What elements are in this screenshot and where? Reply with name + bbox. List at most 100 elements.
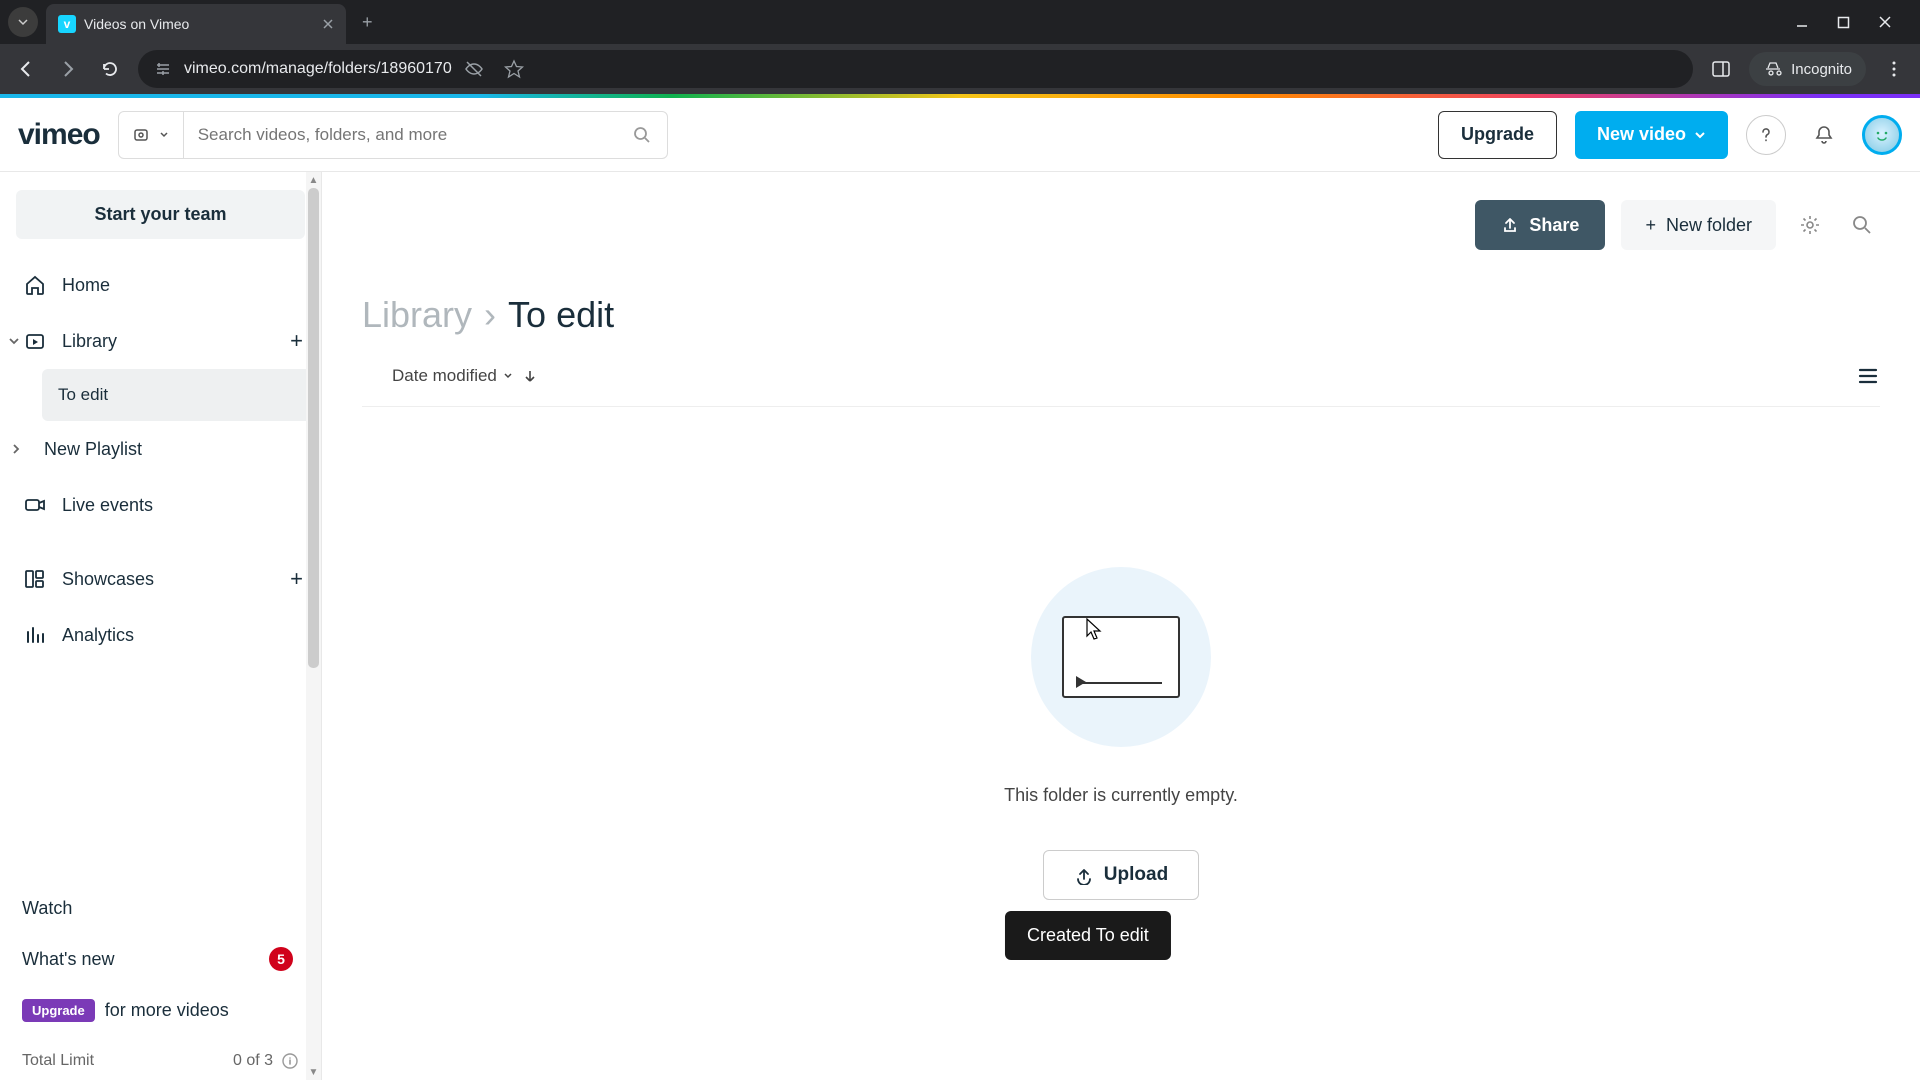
share-label: Share bbox=[1529, 215, 1579, 236]
incognito-label: Incognito bbox=[1791, 61, 1852, 78]
forward-button[interactable] bbox=[54, 55, 82, 83]
upload-button[interactable]: Upload bbox=[1043, 850, 1199, 900]
app-body: Start your team Home Library + To edit N… bbox=[0, 172, 1920, 1080]
chevron-right-icon[interactable] bbox=[10, 443, 28, 455]
start-team-button[interactable]: Start your team bbox=[16, 190, 305, 239]
side-panel-icon[interactable] bbox=[1707, 55, 1735, 83]
sidebar: Start your team Home Library + To edit N… bbox=[0, 172, 322, 1080]
sidebar-item-label: Analytics bbox=[62, 625, 134, 646]
search-in-folder-button[interactable] bbox=[1844, 207, 1880, 243]
empty-state: This folder is currently empty. Upload bbox=[362, 567, 1880, 900]
sidebar-item-analytics[interactable]: Analytics bbox=[12, 607, 313, 663]
search-filter-button[interactable] bbox=[119, 112, 184, 158]
sidebar-whats-new-link[interactable]: What's new 5 bbox=[22, 933, 299, 985]
sidebar-scrollbar[interactable]: ▲ ▼ bbox=[306, 172, 321, 1080]
avatar[interactable] bbox=[1862, 115, 1902, 155]
arrow-down-icon bbox=[523, 369, 537, 383]
window-close-icon[interactable] bbox=[1878, 15, 1892, 29]
info-icon[interactable] bbox=[281, 1052, 299, 1070]
sidebar-watch-link[interactable]: Watch bbox=[22, 884, 299, 933]
new-tab-button[interactable]: + bbox=[362, 12, 373, 33]
sort-label: Date modified bbox=[392, 366, 497, 386]
tab-search-button[interactable] bbox=[8, 7, 38, 37]
incognito-icon bbox=[1763, 59, 1783, 79]
help-button[interactable] bbox=[1746, 115, 1786, 155]
chevron-down-icon bbox=[503, 371, 513, 381]
new-video-button[interactable]: New video bbox=[1575, 111, 1728, 159]
sort-row: Date modified bbox=[362, 364, 1880, 407]
chevron-down-icon bbox=[159, 130, 169, 140]
camera-icon bbox=[22, 492, 48, 518]
maximize-icon[interactable] bbox=[1837, 16, 1850, 29]
tab-title: Videos on Vimeo bbox=[84, 16, 314, 32]
main-actions: Share + New folder bbox=[362, 200, 1880, 250]
view-toggle-button[interactable] bbox=[1856, 364, 1880, 388]
sort-direction-button[interactable] bbox=[523, 369, 537, 383]
add-button[interactable]: + bbox=[290, 328, 303, 354]
settings-button[interactable] bbox=[1792, 207, 1828, 243]
breadcrumb-separator: › bbox=[484, 294, 496, 336]
limit-label: Total Limit bbox=[22, 1052, 94, 1070]
empty-illustration bbox=[1031, 567, 1211, 747]
home-icon bbox=[22, 272, 48, 298]
upload-icon bbox=[1074, 865, 1094, 885]
scrollbar-thumb[interactable] bbox=[308, 188, 319, 668]
sidebar-item-label: Live events bbox=[62, 495, 153, 516]
list-view-icon bbox=[1856, 364, 1880, 388]
close-icon[interactable] bbox=[322, 18, 334, 30]
vimeo-logo[interactable]: vimeo bbox=[18, 118, 100, 152]
scroll-up-icon[interactable]: ▲ bbox=[306, 172, 321, 188]
notifications-button[interactable] bbox=[1804, 115, 1844, 155]
sidebar-item-home[interactable]: Home bbox=[12, 257, 313, 313]
incognito-badge[interactable]: Incognito bbox=[1749, 52, 1866, 86]
share-icon bbox=[1501, 216, 1519, 234]
browser-chrome: v Videos on Vimeo + vimeo.com/manage/fol… bbox=[0, 0, 1920, 94]
sidebar-item-label: To edit bbox=[58, 385, 108, 405]
share-button[interactable]: Share bbox=[1475, 200, 1605, 250]
link-label: Watch bbox=[22, 898, 72, 919]
sidebar-item-label: Showcases bbox=[62, 569, 154, 590]
eye-off-icon[interactable] bbox=[464, 59, 484, 79]
face-icon bbox=[1870, 123, 1894, 147]
site-settings-icon[interactable] bbox=[154, 60, 172, 78]
gear-icon bbox=[1799, 214, 1821, 236]
scroll-down-icon[interactable]: ▼ bbox=[306, 1064, 321, 1080]
search-input[interactable] bbox=[184, 125, 617, 145]
upgrade-pill: Upgrade bbox=[22, 999, 95, 1022]
browser-menu-button[interactable] bbox=[1880, 55, 1908, 83]
bookmark-icon[interactable] bbox=[504, 59, 524, 79]
sidebar-item-live-events[interactable]: Live events bbox=[12, 477, 313, 533]
back-button[interactable] bbox=[12, 55, 40, 83]
search-icon bbox=[1851, 214, 1873, 236]
breadcrumb-root[interactable]: Library bbox=[362, 294, 472, 336]
tab-bar: v Videos on Vimeo + bbox=[0, 0, 1920, 44]
upgrade-text: for more videos bbox=[105, 1000, 229, 1021]
search-icon bbox=[633, 126, 651, 144]
showcases-icon bbox=[22, 566, 48, 592]
sidebar-item-library[interactable]: Library + bbox=[12, 313, 313, 369]
new-folder-button[interactable]: + New folder bbox=[1621, 200, 1776, 250]
add-button[interactable]: + bbox=[290, 566, 303, 592]
upgrade-button[interactable]: Upgrade bbox=[1438, 111, 1557, 159]
chevron-down-icon[interactable] bbox=[8, 335, 26, 347]
sidebar-item-to-edit[interactable]: To edit bbox=[42, 369, 313, 421]
browser-tab[interactable]: v Videos on Vimeo bbox=[46, 4, 346, 44]
plus-icon: + bbox=[1645, 215, 1656, 236]
address-bar: vimeo.com/manage/folders/18960170 Incogn… bbox=[0, 44, 1920, 94]
chevron-down-icon bbox=[1694, 129, 1706, 141]
upgrade-more-videos[interactable]: Upgrade for more videos bbox=[22, 985, 299, 1036]
reload-button[interactable] bbox=[96, 55, 124, 83]
sidebar-item-showcases[interactable]: Showcases + bbox=[12, 551, 313, 607]
sort-dropdown[interactable]: Date modified bbox=[392, 366, 513, 386]
sidebar-item-new-playlist[interactable]: New Playlist bbox=[12, 421, 313, 477]
minimize-icon[interactable] bbox=[1795, 15, 1809, 29]
sidebar-item-label: New Playlist bbox=[44, 439, 142, 460]
video-placeholder-icon bbox=[1062, 616, 1180, 698]
url-input[interactable]: vimeo.com/manage/folders/18960170 bbox=[138, 50, 1693, 88]
search-bar bbox=[118, 111, 668, 159]
empty-message: This folder is currently empty. bbox=[1004, 785, 1238, 806]
search-button[interactable] bbox=[617, 126, 667, 144]
upload-label: Upload bbox=[1104, 864, 1168, 886]
bell-icon bbox=[1813, 124, 1835, 146]
main-panel: Share + New folder Library › To edit Dat… bbox=[322, 172, 1920, 1080]
